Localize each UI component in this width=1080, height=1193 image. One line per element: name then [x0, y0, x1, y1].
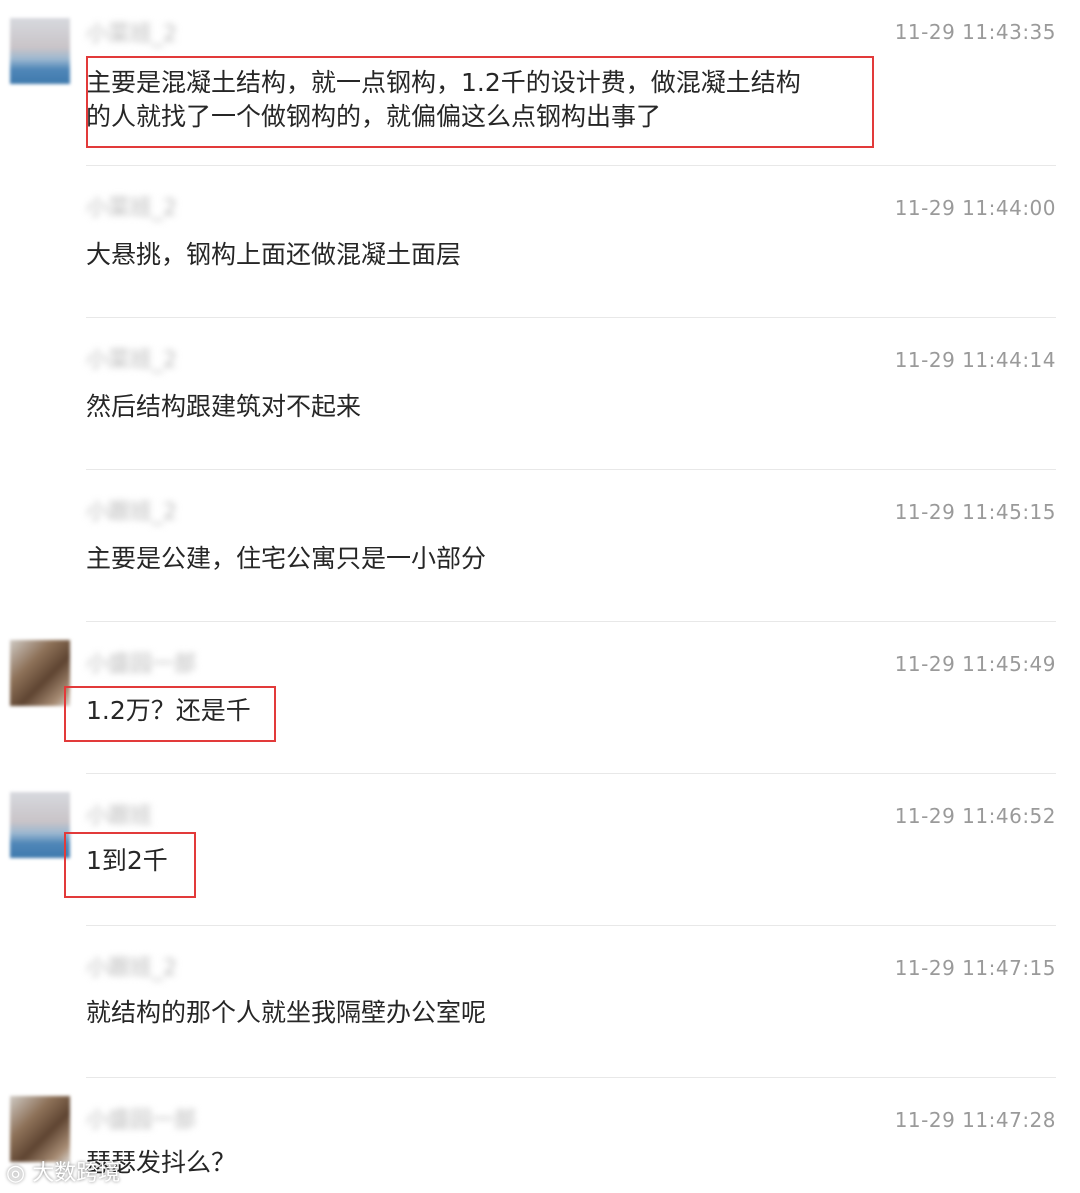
timestamp: 11-29 11:47:15: [894, 956, 1056, 980]
sender-name: 小盛园一部: [86, 1108, 197, 1133]
sender-name: 小盛园一部: [86, 652, 197, 677]
message-text: 就结构的那个人就坐我隔壁办公室呢: [86, 998, 487, 1027]
chat-message: 小菜班_2 11-29 11:44:14 然后结构跟建筑对不起来: [0, 318, 1080, 470]
highlight-box: [86, 56, 874, 148]
message-text: 大悬挑，钢构上面还做混凝土面层: [86, 240, 462, 269]
chat-message: 小盛园一部 11-29 11:47:28 瑟瑟发抖么？: [0, 1078, 1080, 1193]
chat-message: 小菜班_2 11-29 11:43:35 主要是混凝土结构，就一点钢构，1.2千…: [0, 0, 1080, 166]
timestamp: 11-29 11:45:15: [894, 500, 1056, 524]
chat-message: 小跟班_2 11-29 11:45:15 主要是公建，住宅公寓只是一小部分: [0, 470, 1080, 622]
timestamp: 11-29 11:47:28: [894, 1108, 1056, 1132]
watermark: ◎ 大数跨境: [6, 1161, 121, 1186]
timestamp: 11-29 11:45:49: [894, 652, 1056, 676]
timestamp: 11-29 11:43:35: [894, 20, 1056, 44]
chat-message: 小盛园一部 11-29 11:45:49 1.2万？还是千: [0, 622, 1080, 774]
timestamp: 11-29 11:44:00: [894, 196, 1056, 220]
sender-name: 小菜班_2: [86, 348, 177, 373]
avatar[interactable]: [10, 18, 70, 84]
sender-name: 小跟班_2: [86, 500, 177, 525]
avatar[interactable]: [10, 1096, 70, 1162]
sender-name: 小跟班_2: [86, 956, 177, 981]
weibo-icon: ◎: [6, 1161, 26, 1186]
chat-message: 小跟班_2 11-29 11:47:15 就结构的那个人就坐我隔壁办公室呢: [0, 926, 1080, 1078]
highlight-box: [64, 832, 196, 898]
timestamp: 11-29 11:44:14: [894, 348, 1056, 372]
sender-name: 小菜班_2: [86, 22, 177, 47]
timestamp: 11-29 11:46:52: [894, 804, 1056, 828]
message-text: 然后结构跟建筑对不起来: [86, 392, 362, 421]
message-text: 主要是公建，住宅公寓只是一小部分: [86, 544, 487, 573]
avatar[interactable]: [10, 792, 70, 858]
sender-name: 小菜班_2: [86, 196, 177, 221]
chat-message: 小菜班_2 11-29 11:44:00 大悬挑，钢构上面还做混凝土面层: [0, 166, 1080, 318]
avatar[interactable]: [10, 640, 70, 706]
sender-name: 小跟班: [86, 804, 153, 829]
chat-message: 小跟班 11-29 11:46:52 1到2千: [0, 774, 1080, 926]
highlight-box: [64, 686, 276, 742]
